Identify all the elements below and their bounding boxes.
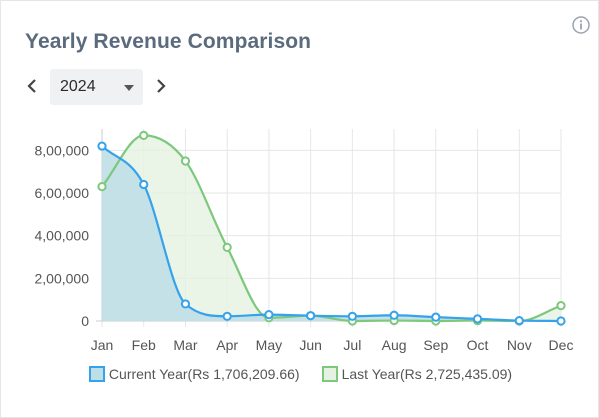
y-tick-label: 4,00,000 (35, 228, 90, 244)
chevron-left-icon[interactable] (24, 77, 40, 95)
x-tick-label: Mar (173, 337, 197, 353)
legend-item-last[interactable]: Last Year(Rs 2,725,435.09) (321, 366, 513, 382)
y-tick-label: 0 (81, 313, 89, 329)
data-point-last (222, 242, 232, 252)
x-tick-label: Nov (507, 337, 532, 353)
data-point-current (139, 179, 149, 190)
data-point-current (180, 299, 191, 309)
data-point-current (97, 141, 107, 151)
x-tick-label: Aug (382, 337, 407, 353)
chevron-down-icon (124, 85, 134, 91)
data-point-current (431, 312, 441, 322)
revenue-chart: 0 2,00,000 4,00,000 6,00,000 8,00,000 Jan Feb M… (35, 129, 574, 353)
data-point-current (306, 311, 316, 321)
x-tick-label: Dec (549, 337, 574, 353)
data-point-last (139, 130, 149, 140)
legend-label-last: Last Year(Rs 2,725,435.09) (341, 366, 513, 382)
revenue-card: Yearly Revenue Comparison 2024 0 2,00,000… (0, 0, 599, 418)
data-point-current (222, 311, 232, 321)
data-point-last (97, 182, 107, 192)
legend-swatch-last (321, 366, 338, 382)
year-select[interactable]: 2024 (50, 69, 143, 105)
y-tick-label: 8,00,000 (35, 142, 90, 158)
x-tick-label: Apr (216, 337, 238, 353)
data-point-current (389, 310, 399, 320)
legend-item-current[interactable]: Current Year(Rs 1,706,209.66) (88, 366, 300, 382)
data-point-current (556, 316, 566, 326)
data-point-current (347, 311, 357, 321)
page-title: Yearly Revenue Comparison (25, 30, 312, 53)
x-tick-label: Jan (91, 337, 114, 353)
x-tick-label: Sep (423, 337, 448, 353)
data-point-current (472, 314, 483, 324)
data-point-last (556, 301, 566, 311)
legend-swatch-current (88, 366, 105, 382)
data-point-current (264, 310, 274, 320)
chart-legend: Current Year(Rs 1,706,209.66) Last Year(… (1, 366, 599, 382)
y-tick-label: 2,00,000 (35, 270, 90, 286)
data-point-current (514, 315, 524, 326)
year-select-value: 2024 (60, 78, 96, 95)
info-circle-icon[interactable] (572, 16, 590, 34)
y-tick-label: 6,00,000 (35, 185, 90, 201)
x-tick-label: Jul (343, 337, 361, 353)
chevron-right-icon[interactable] (153, 77, 169, 95)
data-point-last (180, 156, 191, 166)
x-tick-label: Jun (299, 337, 322, 353)
x-tick-label: Oct (467, 337, 489, 353)
x-tick-label: May (256, 337, 282, 353)
x-tick-label: Feb (132, 337, 156, 353)
legend-label-current: Current Year(Rs 1,706,209.66) (108, 366, 300, 382)
